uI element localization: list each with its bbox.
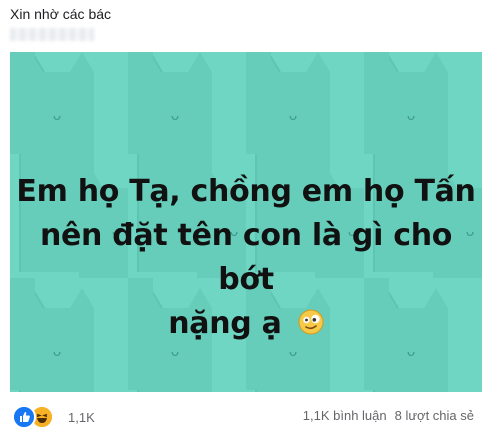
post-caption: Xin nhờ các bác [10,6,112,22]
reaction-count: 1,1K [68,409,95,425]
headline-line-2: nên đặt tên con là gì cho bớt [39,218,453,297]
headline-line-3: nặng ạ [168,306,282,341]
headline-line-1: Em họ Tạ, chồng em họ Tấn [16,174,476,209]
zany-face-icon [298,309,324,334]
post-footer: 1,1K 1,1K bình luận 8 lượt chia sẻ [0,402,486,429]
headline: Em họ Tạ, chồng em họ Tấn nên đặt tên co… [10,170,482,346]
reaction-summary[interactable]: 1,1K [12,405,95,429]
blurred-text [10,28,94,41]
like-icon [12,405,36,429]
post-image[interactable]: ᴗ ᴗ Em họ Tạ, chồng em họ Tấn nên đặt tê… [10,52,482,392]
share-count-link[interactable]: 8 lượt chia sẻ [395,408,474,423]
post-meta: 1,1K bình luận 8 lượt chia sẻ [303,408,474,423]
comment-count-link[interactable]: 1,1K bình luận [303,408,387,423]
headline-line-3-wrap: nặng ạ [10,302,482,346]
